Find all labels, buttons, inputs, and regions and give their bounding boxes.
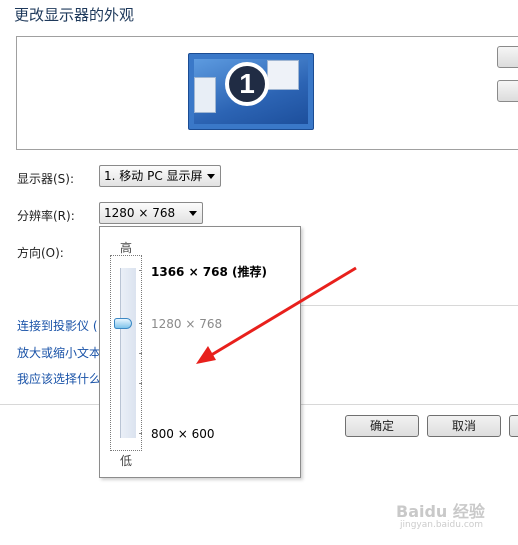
annotation-arrow-line — [207, 266, 357, 359]
annotation-arrow-head — [196, 346, 216, 364]
watermark-url: jingyan.baidu.com — [400, 520, 484, 530]
watermark: Baidu 经验 — [396, 502, 485, 521]
annotation-arrow — [196, 266, 357, 364]
